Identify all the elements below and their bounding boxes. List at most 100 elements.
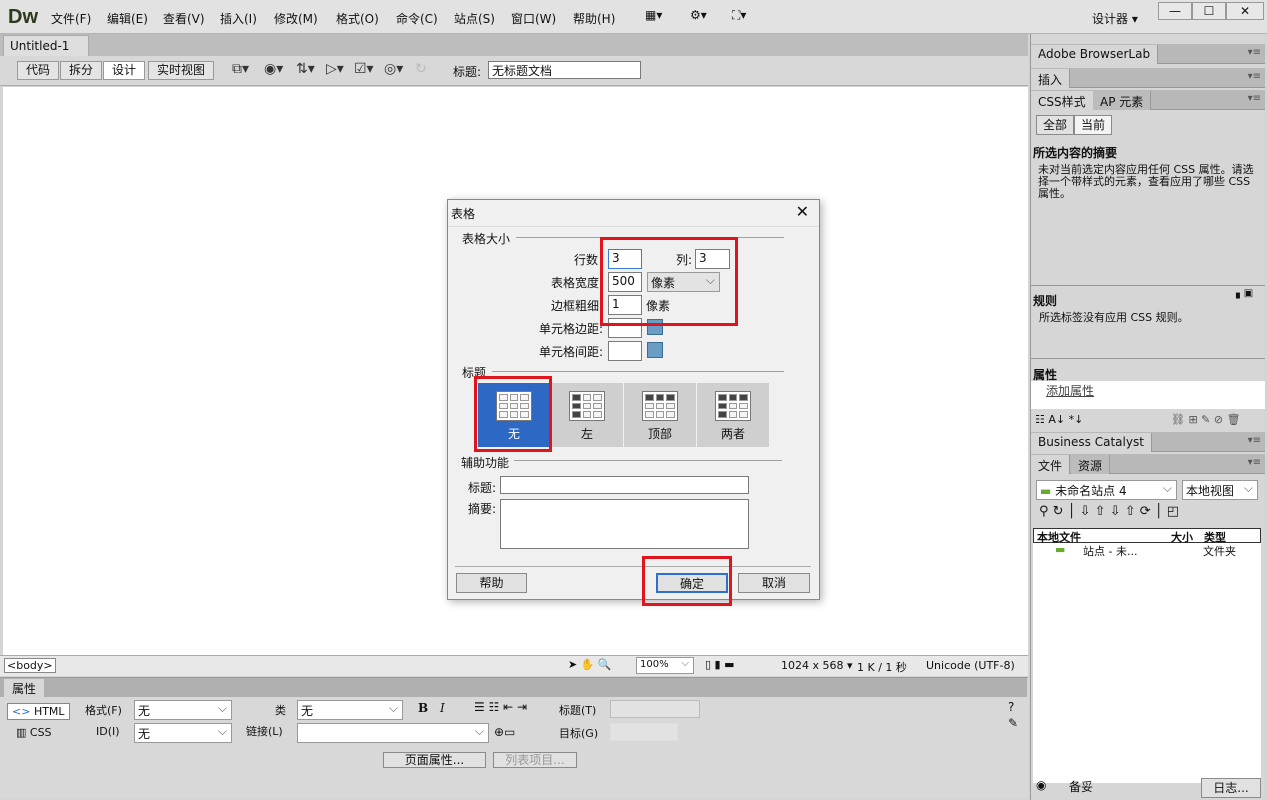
visual-aids-icon[interactable]: ◎▾ [384,61,403,77]
maximize-button[interactable]: ☐ [1192,2,1226,20]
caption-input[interactable] [500,476,749,494]
id-select[interactable]: 无 [134,723,232,743]
menu-edit[interactable]: 编辑(E) [107,10,148,27]
panel-menu-icon[interactable]: ▾≡ [1248,93,1261,104]
point-to-file-icon[interactable]: ⊕▭ [494,725,515,739]
panel-menu-icon[interactable]: ▾≡ [1248,435,1261,446]
padding-label: 单元格边距: [539,322,604,336]
code-icon: <> [12,705,31,718]
quick-tag-editor-icon[interactable]: ✎ [1008,716,1018,730]
link-input[interactable] [297,723,489,743]
header-option-both[interactable]: 两者 [697,383,769,447]
close-button[interactable]: ✕ [1226,2,1264,20]
w3c-validation-icon[interactable]: ▷▾ [326,61,344,77]
header-option-top[interactable]: 顶部 [624,383,696,447]
page-properties-button[interactable]: 页面属性... [383,752,486,768]
menu-commands[interactable]: 命令(C) [396,10,438,27]
panel-menu-icon[interactable]: ▾≡ [1248,457,1261,468]
view-select[interactable]: 本地视图 [1182,480,1258,500]
check-page-icon[interactable]: ☑▾ [354,61,374,77]
document-tab[interactable]: Untitled-1 × [3,35,89,67]
access-group-label: 辅助功能 [461,456,510,470]
help-icon[interactable]: ? [1008,700,1014,714]
properties-panel: 属性 <> HTML ▥ CSS 格式(F) 无 ID(I) 无 类 无 链接(… [0,677,1028,798]
target-select[interactable] [610,723,678,741]
log-button[interactable]: 日志... [1201,778,1261,798]
add-property-link[interactable]: 添加属性 [1046,382,1094,399]
gear-icon[interactable]: ⚙▾ [690,8,707,22]
multiscreen-icon[interactable]: ⧉▾ [232,61,249,77]
site-icon[interactable]: ⛶▾ [732,8,746,23]
refresh-icon[interactable]: ↻ [415,61,427,77]
split-view-button[interactable]: 拆分 [60,61,102,80]
menu-modify[interactable]: 修改(M) [274,10,318,27]
size-group-label: 表格大小 [462,232,511,246]
menu-site[interactable]: 站点(S) [454,10,495,27]
minimize-button[interactable]: — [1158,2,1192,20]
menu-window[interactable]: 窗口(W) [511,10,556,27]
sort-icons[interactable]: ☷ A↓ *↓ [1035,413,1083,426]
design-view-button[interactable]: 设计 [103,61,145,80]
menu-insert[interactable]: 插入(I) [220,10,257,27]
assets-tab[interactable]: 资源 [1071,455,1111,474]
tag-selector-body[interactable]: <body> [4,658,56,673]
italic-button[interactable]: I [440,701,445,715]
width-label: 表格宽度 [551,276,600,290]
cancel-button[interactable]: 取消 [738,573,810,593]
encoding: Unicode (UTF-8) [926,659,1015,672]
live-view-button[interactable]: 实时视图 [148,61,214,80]
css-mode-button[interactable]: ▥ CSS [16,726,52,739]
rule-action-icons[interactable]: ⛓ ⊞ ✎ ⊘ 🗑 [1171,413,1241,426]
file-toolbar-icons[interactable]: ⚲ ↻ │ ⇩ ⇧ ⇩ ⇧ ⟳ │ ◰ [1039,504,1179,519]
list-indent-icons[interactable]: ☰ ☷ ⇤ ⇥ [474,700,527,714]
format-select[interactable]: 无 [134,700,232,720]
file-type: 文件夹 [1203,545,1236,558]
business-catalyst-tab[interactable]: Business Catalyst [1031,433,1152,452]
view-toggle-icons[interactable]: ▖▣ [1236,288,1253,299]
ap-elements-tab[interactable]: AP 元素 [1093,91,1152,110]
browser-preview-icon[interactable]: ◉▾ [264,61,283,77]
folder-icon: ▬ [1040,484,1052,498]
class-label: 类 [275,704,286,717]
title-label: 标题(T) [559,704,597,717]
panel-menu-icon[interactable]: ▾≡ [1248,71,1261,82]
menu-file[interactable]: 文件(F) [51,10,91,27]
all-button[interactable]: 全部 [1036,115,1074,135]
panel-menu-icon[interactable]: ▾≡ [1248,47,1261,58]
doc-title-input[interactable]: 无标题文档 [488,61,641,79]
current-button[interactable]: 当前 [1074,115,1112,135]
html-mode-button[interactable]: <> HTML [7,703,70,720]
properties-tab[interactable]: 属性 [4,679,45,698]
window-size-icons[interactable]: ▯ ▮ ▬ [705,658,735,671]
menu-view[interactable]: 查看(V) [163,10,205,27]
header-option-left[interactable]: 左 [551,383,623,447]
summary-textarea[interactable] [500,499,749,549]
menu-format[interactable]: 格式(O) [336,10,379,27]
spacing-label: 单元格间距: [539,345,604,359]
site-select[interactable]: ▬ 未命名站点 4 [1036,480,1177,500]
help-button[interactable]: 帮助 [456,573,527,593]
list-item-button[interactable]: 列表项目... [493,752,577,768]
window-size[interactable]: 1024 x 568 ▾ [781,659,853,672]
menu-help[interactable]: 帮助(H) [573,10,615,27]
code-view-button[interactable]: 代码 [17,61,59,80]
files-tab[interactable]: 文件 [1031,455,1071,474]
workspace-switcher[interactable]: 设计器 ▾ [1092,10,1138,27]
browserlab-tab[interactable]: Adobe BrowserLab [1031,45,1159,64]
file-name: 站点 - 未... [1083,545,1138,558]
pointer-tool-icon[interactable]: ➤ ✋ 🔍 [568,658,612,671]
spacing-input[interactable] [608,341,642,361]
dialog-close-icon[interactable]: ✕ [796,202,809,221]
file-management-icon[interactable]: ⇅▾ [296,61,315,77]
zoom-select[interactable]: 100% [636,657,694,674]
summary-text: 未对当前选定内容应用任何 CSS 属性。请选择一个带样式的元素，查看应用了哪些 … [1038,163,1254,200]
css-styles-tab[interactable]: CSS样式 [1031,91,1094,110]
bold-button[interactable]: B [418,701,428,715]
file-row[interactable]: ▬ 站点 - 未... 文件夹 [1033,543,1261,559]
layout-icon[interactable]: ▦▾ [645,8,662,22]
class-select[interactable]: 无 [297,700,403,720]
dialog-title: 表格 [451,207,476,221]
right-panel: Adobe BrowserLab ▾≡ 插入 ▾≡ CSS样式 AP 元素 ▾≡ 全部 … [1030,34,1265,800]
title-input[interactable] [610,700,700,718]
insert-tab[interactable]: 插入 [1031,69,1071,88]
